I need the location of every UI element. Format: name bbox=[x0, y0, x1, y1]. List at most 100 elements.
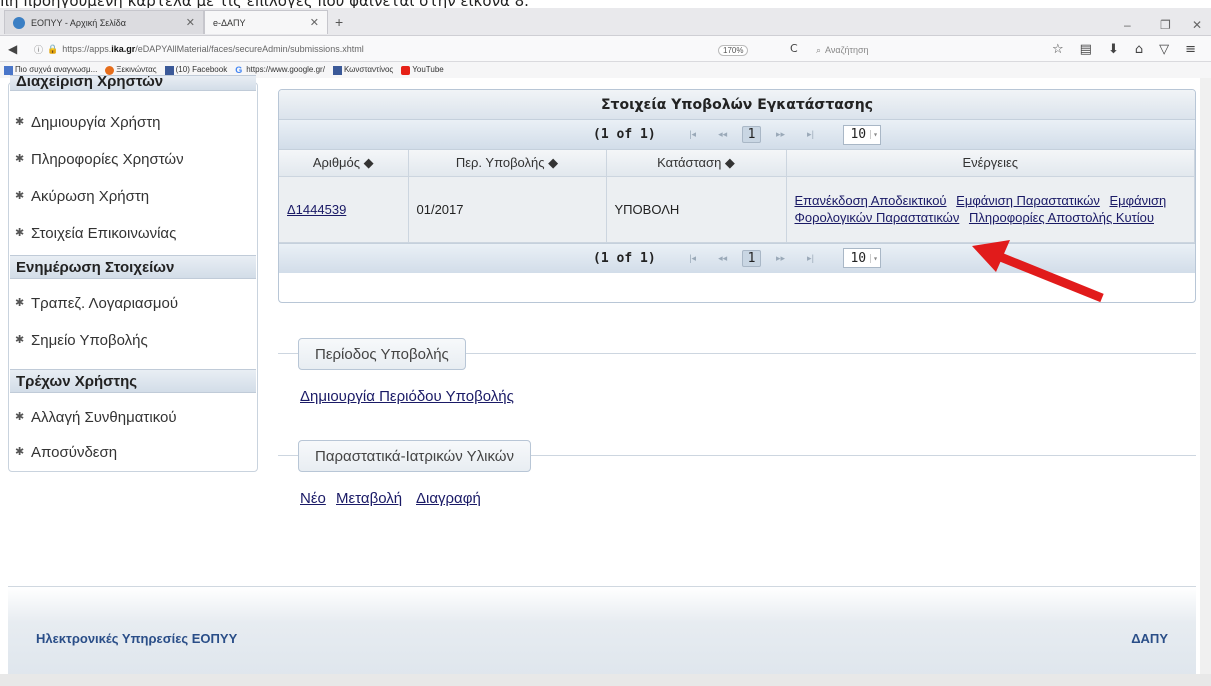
close-tab-icon[interactable]: ✕ bbox=[310, 16, 319, 29]
browser-tab-edapy[interactable]: e-ΔΑΠΥ ✕ bbox=[204, 10, 328, 34]
first-page-icon[interactable]: |◂ bbox=[682, 253, 704, 264]
section-legend: Περίοδος Υποβολής bbox=[298, 338, 466, 370]
last-page-icon[interactable]: ▸| bbox=[799, 253, 821, 264]
bookmark-facebook[interactable]: (10) Facebook bbox=[164, 65, 227, 75]
url-path: /eDAPYAllMaterial/faces/secureAdmin/subm… bbox=[135, 44, 364, 54]
sidebar-item-user-info[interactable]: ✱ Πληροφορίες Χρηστών bbox=[15, 148, 184, 170]
gear-icon: ✱ bbox=[15, 227, 25, 239]
panel-title: Στοιχεία Υποβολών Εγκατάστασης bbox=[279, 90, 1195, 120]
minimize-icon[interactable]: – bbox=[1124, 18, 1131, 32]
box-shipping-info-link[interactable]: Πληροφορίες Αποστολής Κυτίου bbox=[969, 210, 1154, 225]
url-domain: ika.gr bbox=[111, 44, 136, 54]
toolbar-icons: ☆ ▤ ⬇ ⌂ ▽ ≡ bbox=[1052, 42, 1196, 57]
gear-icon: ✱ bbox=[15, 153, 25, 165]
current-page-button[interactable]: 1 bbox=[741, 126, 762, 143]
youtube-icon bbox=[401, 65, 411, 75]
address-bar[interactable]: ⓘ 🔒 https://apps. ika.gr/eDAPYAllMaterial… bbox=[34, 40, 694, 58]
sidebar-header-current-user: Τρέχων Χρήστης bbox=[10, 369, 256, 393]
column-header-actions: Ενέργειες bbox=[786, 150, 1195, 177]
current-page-button[interactable]: 1 bbox=[741, 249, 762, 267]
reissue-receipt-link[interactable]: Επανέκδοση Αποδεικτικού bbox=[795, 193, 947, 208]
rows-per-page-select[interactable]: 10 ▾ bbox=[843, 124, 881, 145]
home-icon[interactable]: ⌂ bbox=[1135, 42, 1143, 57]
column-header-period[interactable]: Περ. Υποβολής ◆ bbox=[408, 150, 607, 177]
bookmark-most-visited[interactable]: Πιο συχνά αναγνωσμ... bbox=[4, 65, 97, 75]
first-page-icon[interactable]: |◂ bbox=[682, 129, 704, 140]
zoom-level[interactable]: 170% bbox=[718, 45, 749, 56]
gear-icon: ✱ bbox=[15, 190, 25, 202]
new-tab-icon[interactable]: + bbox=[335, 14, 343, 30]
footer-eopyy-services: Ηλεκτρονικές Υπηρεσίες ΕΟΠΥΥ bbox=[36, 631, 238, 646]
next-page-icon[interactable]: ▸▸ bbox=[769, 129, 791, 140]
sidebar-item-create-user[interactable]: ✱ Δημιουργία Χρήστη bbox=[15, 111, 161, 133]
url-prefix: https://apps. bbox=[62, 44, 112, 54]
tab-label: ΕΟΠΥΥ - Αρχική Σελίδα bbox=[31, 17, 126, 28]
submission-number-link[interactable]: Δ1444539 bbox=[287, 202, 346, 217]
page-info: (1 of 1) bbox=[593, 250, 656, 266]
delete-link[interactable]: Διαγραφή bbox=[416, 490, 481, 507]
gear-icon: ✱ bbox=[15, 334, 25, 346]
document-caption: πη προηγούμενη καρτέλα με τις επιλογές π… bbox=[0, 0, 1211, 8]
modify-link[interactable]: Μεταβολή bbox=[336, 490, 402, 507]
sidebar-item-cancel-user[interactable]: ✱ Ακύρωση Χρήστη bbox=[15, 185, 149, 207]
new-link[interactable]: Νέο bbox=[300, 490, 326, 507]
facebook-icon bbox=[332, 65, 342, 75]
column-header-number[interactable]: Αριθμός ◆ bbox=[279, 150, 409, 177]
column-header-status[interactable]: Κατάσταση ◆ bbox=[606, 150, 787, 177]
sidebar-item-submission-point[interactable]: ✱ Σημείο Υποβολής bbox=[15, 329, 148, 351]
show-documents-link[interactable]: Εμφάνιση Παραστατικών bbox=[956, 193, 1100, 208]
browser-tab-bar: ΕΟΠΥΥ - Αρχική Σελίδα ✕ e-ΔΑΠΥ ✕ + – ❐ ✕ bbox=[0, 8, 1211, 36]
gear-icon: ✱ bbox=[15, 297, 25, 309]
prev-page-icon[interactable]: ◂◂ bbox=[712, 129, 734, 140]
create-period-link[interactable]: Δημιουργία Περιόδου Υποβολής bbox=[300, 388, 514, 405]
info-icon: ⓘ bbox=[34, 44, 44, 55]
restore-icon[interactable]: ❐ bbox=[1160, 18, 1171, 32]
sidebar-item-bank-account[interactable]: ✱ Τραπεζ. Λογαριασμού bbox=[15, 292, 178, 314]
page-footer: Ηλεκτρονικές Υπηρεσίες ΕΟΠΥΥ ΔΑΠΥ bbox=[8, 586, 1196, 676]
search-box[interactable]: ⌕ Αναζήτηση bbox=[816, 42, 1044, 58]
sidebar-item-contact-info[interactable]: ✱ Στοιχεία Επικοινωνίας bbox=[15, 222, 176, 244]
footer-dapy: ΔΑΠΥ bbox=[1131, 631, 1168, 646]
lock-icon: 🔒 bbox=[47, 43, 59, 54]
next-page-icon[interactable]: ▸▸ bbox=[769, 253, 791, 264]
screenshot: πη προηγούμενη καρτέλα με τις επιλογές π… bbox=[0, 0, 1211, 686]
firefox-icon bbox=[105, 65, 115, 75]
download-icon[interactable]: ⬇ bbox=[1108, 42, 1119, 57]
bookmark-google[interactable]: Ghttps://www.google.gr/ bbox=[235, 65, 325, 74]
submission-status: ΥΠΟΒΟΛΗ bbox=[606, 176, 787, 243]
chevron-down-icon: ▾ bbox=[870, 130, 878, 139]
reading-list-icon[interactable]: ▤ bbox=[1080, 42, 1092, 57]
search-placeholder: Αναζήτηση bbox=[825, 45, 869, 55]
back-arrow-icon[interactable]: ◀ bbox=[8, 42, 17, 56]
navigation-bar: ◀ ⓘ 🔒 https://apps. ika.gr/eDAPYAllMateri… bbox=[0, 36, 1211, 62]
sidebar-header-update-info: Ενημέρωση Στοιχείων bbox=[10, 255, 256, 279]
last-page-icon[interactable]: ▸| bbox=[799, 129, 821, 140]
arrow-shaft bbox=[996, 251, 1104, 303]
paginator-top: (1 of 1) |◂ ◂◂ 1 ▸▸ ▸| 10 ▾ bbox=[279, 120, 1195, 150]
gear-icon: ✱ bbox=[15, 446, 25, 458]
prev-page-icon[interactable]: ◂◂ bbox=[712, 253, 734, 264]
bookmark-youtube[interactable]: YouTube bbox=[401, 65, 444, 75]
horizontal-scrollbar[interactable] bbox=[0, 674, 1211, 686]
gear-icon: ✱ bbox=[15, 116, 25, 128]
browser-tab-eopyy[interactable]: ΕΟΠΥΥ - Αρχική Σελίδα ✕ bbox=[4, 10, 204, 34]
close-tab-icon[interactable]: ✕ bbox=[186, 16, 195, 29]
bookmark-star-icon[interactable]: ☆ bbox=[1052, 42, 1064, 57]
reload-icon[interactable]: C bbox=[790, 42, 798, 55]
pocket-icon[interactable]: ▽ bbox=[1159, 42, 1169, 57]
submission-period: 01/2017 bbox=[408, 176, 607, 243]
bookmark-getting-started[interactable]: Ξεκινώντας bbox=[105, 65, 157, 75]
sidebar-item-change-password[interactable]: ✱ Αλλαγή Συνθηματικού bbox=[15, 406, 177, 428]
vertical-scrollbar[interactable] bbox=[1200, 78, 1211, 674]
submission-actions: Επανέκδοση Αποδεικτικού Εμφάνιση Παραστα… bbox=[786, 176, 1195, 243]
search-icon: ⌕ bbox=[816, 44, 822, 55]
close-window-icon[interactable]: ✕ bbox=[1192, 18, 1202, 32]
bookmark-konstantinos[interactable]: Κωνσταντίνος bbox=[332, 65, 393, 75]
rows-per-page-select[interactable]: 10 ▾ bbox=[843, 248, 881, 268]
sidebar-menu: Διαχείριση Χρηστών ✱ Δημιουργία Χρήστη ✱ Π… bbox=[8, 75, 258, 472]
sidebar-header-user-management: Διαχείριση Χρηστών bbox=[10, 75, 256, 91]
sidebar-item-logout[interactable]: ✱ Αποσύνδεση bbox=[15, 441, 117, 463]
section-legend: Παραστατικά-Ιατρικών Υλικών bbox=[298, 440, 532, 472]
chevron-down-icon: ▾ bbox=[870, 253, 878, 263]
menu-icon[interactable]: ≡ bbox=[1185, 42, 1196, 57]
